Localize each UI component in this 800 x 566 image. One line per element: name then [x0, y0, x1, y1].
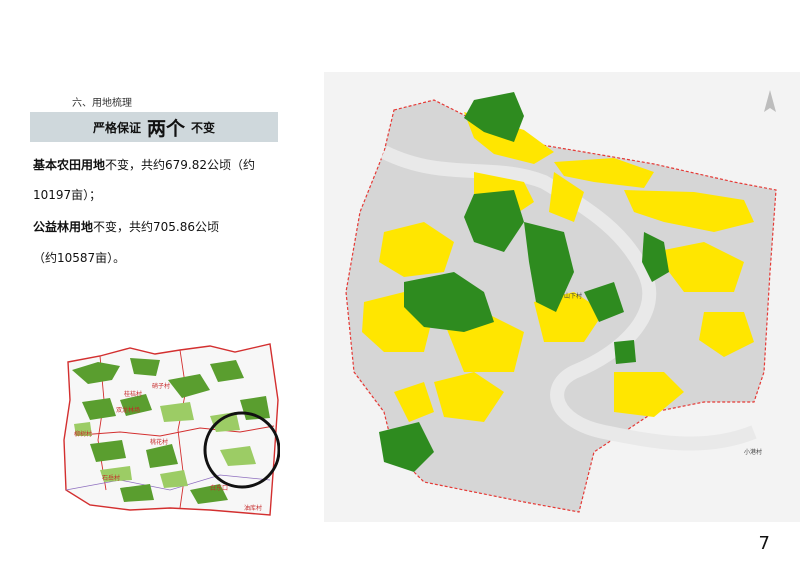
inset-label: 白东口 — [210, 484, 228, 492]
main-map-svg: 山下村 小港村 — [324, 72, 800, 522]
inset-label: 桂桔村 — [124, 390, 142, 398]
paragraph-forest-line2: （约10587亩）。 — [33, 251, 126, 265]
paragraph-forest: 公益林用地不变，共约705.86公顷 — [33, 218, 219, 235]
inset-label: 石岳村 — [102, 474, 120, 482]
map-label: 小港村 — [744, 448, 762, 456]
paragraph-farmland-line2: 10197亩）； — [33, 188, 102, 202]
inset-label: 硝子村 — [152, 382, 170, 390]
main-map: 山下村 小港村 — [324, 72, 800, 522]
banner-part3: 不变 — [191, 120, 216, 135]
banner-part2: 两个 — [146, 117, 185, 140]
paragraph-farmland: 基本农田用地不变，共约679.82公顷（约 — [33, 156, 255, 173]
inset-label: 桃花村 — [150, 438, 168, 446]
farmland-text: 不变，共约679.82公顷（约 — [105, 158, 256, 172]
page-number: 7 — [758, 533, 770, 554]
inset-label: 油库村 — [244, 504, 262, 512]
inset-map: 硝子村 桂桔村 柳树村 桃花村 双龙林场 石岳村 白东口 油库村 — [60, 340, 281, 520]
forest-term: 公益林用地 — [33, 220, 94, 234]
section-label: 六、用地梳理 — [72, 98, 132, 109]
title-banner: 严格保证 两个 不变 — [30, 112, 278, 142]
inset-map-svg: 硝子村 桂桔村 柳树村 桃花村 双龙林场 石岳村 白东口 油库村 — [60, 340, 281, 520]
map-label: 山下村 — [564, 292, 582, 300]
inset-label: 双龙林场 — [116, 406, 140, 414]
farmland-term: 基本农田用地 — [33, 158, 106, 172]
inset-label: 柳树村 — [74, 430, 92, 438]
banner-part1: 严格保证 — [92, 120, 141, 135]
forest-text: 不变，共约705.86公顷 — [93, 220, 220, 234]
